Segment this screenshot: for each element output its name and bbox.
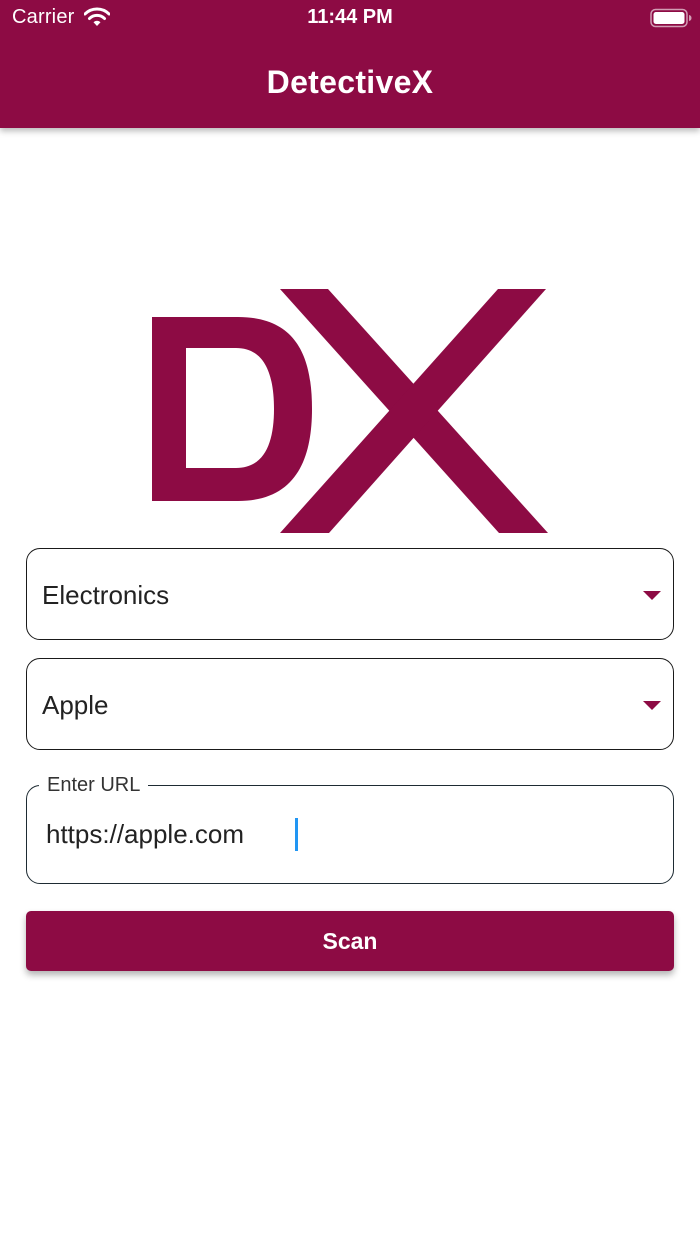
scan-button[interactable]: Scan bbox=[26, 911, 674, 971]
battery-full-icon bbox=[650, 8, 692, 28]
url-input[interactable] bbox=[46, 814, 646, 854]
text-cursor bbox=[295, 818, 298, 851]
brand-dropdown[interactable]: Apple bbox=[26, 658, 674, 750]
status-time: 11:44 PM bbox=[307, 6, 393, 28]
url-field-label: Enter URL bbox=[39, 772, 149, 798]
caret-down-icon bbox=[643, 591, 661, 600]
url-field[interactable]: Enter URL bbox=[26, 772, 674, 884]
app-title: DetectiveX bbox=[266, 64, 434, 100]
status-bar: Carrier 11:44 PM bbox=[0, 0, 700, 36]
caret-down-icon bbox=[643, 701, 661, 710]
detectivex-logo bbox=[152, 289, 548, 533]
category-selected-value: Electronics bbox=[42, 580, 170, 610]
brand-selected-value: Apple bbox=[42, 690, 109, 720]
category-dropdown[interactable]: Electronics bbox=[26, 548, 674, 640]
app-bar: Carrier 11:44 PM DetectiveX bbox=[0, 0, 700, 128]
